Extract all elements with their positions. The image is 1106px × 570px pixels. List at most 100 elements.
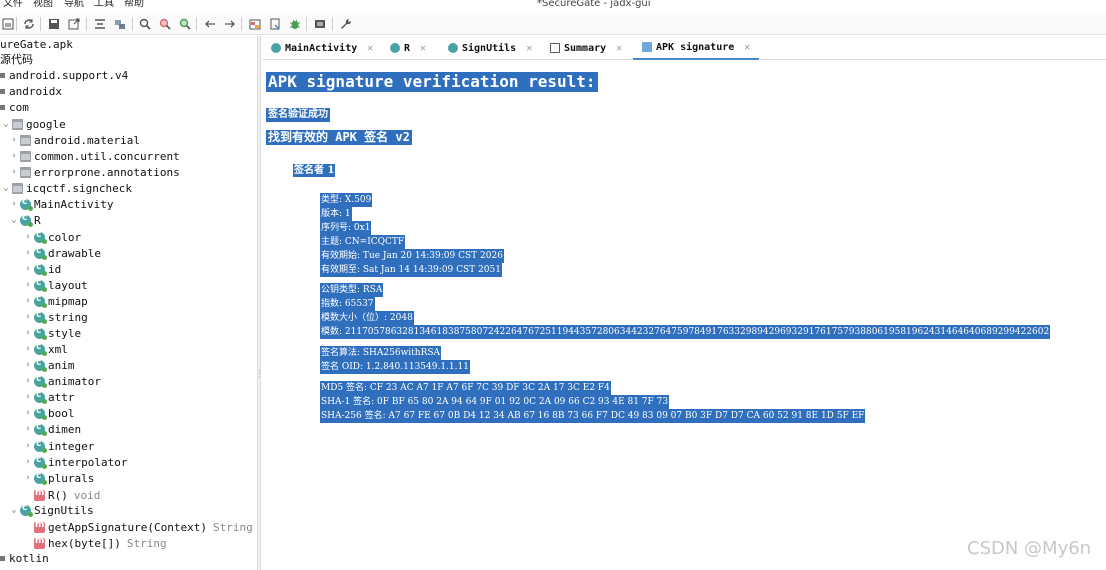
log-icon[interactable] xyxy=(312,16,328,32)
close-icon[interactable]: ✕ xyxy=(367,43,373,54)
debug-icon[interactable] xyxy=(287,16,303,32)
tab-signutils[interactable]: SignUtils ✕ xyxy=(448,36,532,60)
collapse-arrow-icon[interactable]: › xyxy=(22,264,34,274)
tab-mainactivity[interactable]: MainActivity ✕ xyxy=(271,36,373,60)
class-icon xyxy=(34,358,47,372)
collapse-arrow-icon[interactable]: › xyxy=(22,280,34,290)
settings-icon[interactable] xyxy=(338,16,354,32)
tree-pkg-material[interactable]: › android.material xyxy=(8,132,140,148)
collapse-arrow-icon[interactable]: › xyxy=(22,473,34,483)
folder-icon xyxy=(12,118,23,130)
tree-method-hex[interactable]: hex(byte[]) String xyxy=(34,535,167,551)
close-icon[interactable]: ✕ xyxy=(526,43,532,54)
tree-pkg-errorprone[interactable]: › errorprone.annotations xyxy=(8,164,179,180)
tree-class-signutils[interactable]: ⌄ SignUtils xyxy=(8,502,94,518)
tree-r-item[interactable]: › xml xyxy=(22,341,68,357)
close-icon[interactable]: ✕ xyxy=(420,43,426,54)
sync-icon[interactable] xyxy=(21,16,37,32)
tree-pkg-support[interactable]: android.support.v4 xyxy=(0,67,128,83)
bookmark-icon[interactable] xyxy=(267,16,283,32)
collapse-arrow-icon[interactable]: › xyxy=(22,312,34,322)
expand-arrow-icon[interactable]: ⌄ xyxy=(0,119,12,129)
tab-r[interactable]: R ✕ xyxy=(390,36,426,60)
collapse-arrow-icon[interactable]: › xyxy=(22,392,34,402)
cert-line: 类型: X.509 xyxy=(320,193,373,207)
collapse-arrow-icon[interactable]: › xyxy=(22,232,34,242)
collapse-arrow-icon[interactable]: › xyxy=(8,151,20,161)
collapse-arrow-icon[interactable]: › xyxy=(8,135,20,145)
tree-r-item[interactable]: › color xyxy=(22,229,81,245)
tree-label: interpolator xyxy=(48,455,128,469)
collapse-arrow-icon[interactable]: › xyxy=(22,360,34,370)
tree-r-item[interactable]: › plurals xyxy=(22,470,94,486)
pane-splitter[interactable] xyxy=(257,36,261,570)
expand-arrow-icon[interactable]: ⌄ xyxy=(0,183,12,193)
menu-file[interactable]: 文件 xyxy=(3,0,23,9)
collapse-arrow-icon[interactable]: › xyxy=(22,441,34,451)
flatten-icon[interactable] xyxy=(112,16,128,32)
tree-r-item[interactable]: › id xyxy=(22,261,61,277)
tree-class-mainactivity[interactable]: › MainActivity xyxy=(8,196,113,212)
search-usage-icon[interactable] xyxy=(177,16,193,32)
tree-pkg-google[interactable]: ⌄ google xyxy=(0,116,66,132)
tree-pkg-com[interactable]: com xyxy=(0,99,29,115)
collapse-arrow-icon[interactable]: › xyxy=(22,328,34,338)
tree-r-constructor[interactable]: R() void xyxy=(34,487,100,503)
collapse-arrow-icon[interactable]: › xyxy=(22,296,34,306)
collapse-arrow-icon[interactable]: › xyxy=(22,424,34,434)
tree-label: google xyxy=(26,117,66,131)
tab-apk-signature[interactable]: APK signature ✕ xyxy=(633,36,760,60)
forward-icon[interactable] xyxy=(222,16,238,32)
back-icon[interactable] xyxy=(202,16,218,32)
close-icon[interactable]: ✕ xyxy=(744,42,750,53)
tree-method-getappsignature[interactable]: getAppSignature(Context) String xyxy=(34,519,253,535)
tree-r-item[interactable]: › bool xyxy=(22,405,75,421)
tree-r-item[interactable]: › dimen xyxy=(22,421,81,437)
decompile-icon[interactable] xyxy=(247,16,263,32)
collapse-arrow-icon[interactable]: › xyxy=(22,408,34,418)
tree-pkg-androidx[interactable]: androidx xyxy=(0,83,62,99)
tree-r-item[interactable]: › interpolator xyxy=(22,454,127,470)
collapse-arrow-icon[interactable]: › xyxy=(8,167,20,177)
apk-signature-panel[interactable]: APK signature verification result: 签名验证成… xyxy=(262,61,1106,570)
tree-r-item[interactable]: › integer xyxy=(22,438,94,454)
collapse-arrow-icon[interactable]: › xyxy=(22,344,34,354)
tree-r-item[interactable]: › style xyxy=(22,325,81,341)
tree-pkg-kotlin[interactable]: kotlin xyxy=(0,550,49,566)
package-icon xyxy=(0,104,5,110)
menu-view[interactable]: 视图 xyxy=(33,0,53,9)
tree-r-item[interactable]: › drawable xyxy=(22,245,101,261)
tree-root-apk[interactable]: ureGate.apk xyxy=(0,36,73,52)
expand-arrow-icon[interactable]: ⌄ xyxy=(8,505,20,515)
tree-source-node[interactable]: 源代码 xyxy=(0,51,33,67)
splitter-grip-icon[interactable]: · · · xyxy=(258,368,261,382)
tree-label: 源代码 xyxy=(0,53,33,66)
tree-class-r[interactable]: ⌄R xyxy=(8,212,41,228)
tree-r-item[interactable]: › anim xyxy=(22,357,75,373)
tree-r-item[interactable]: › layout xyxy=(22,277,88,293)
tree-pkg-signcheck[interactable]: ⌄ icqctf.signcheck xyxy=(0,180,132,196)
collapse-arrow-icon[interactable]: › xyxy=(22,376,34,386)
collapse-arrow-icon[interactable]: › xyxy=(22,248,34,258)
save-icon[interactable] xyxy=(46,16,62,32)
tree-r-item[interactable]: › animator xyxy=(22,373,101,389)
expand-arrow-icon[interactable]: ⌄ xyxy=(8,215,20,225)
search-class-icon[interactable] xyxy=(157,16,173,32)
tree-pkg-concurrent[interactable]: › common.util.concurrent xyxy=(8,148,179,164)
class-icon xyxy=(34,342,47,356)
sync-tree-icon[interactable] xyxy=(92,16,108,32)
tab-summary[interactable]: Summary ✕ xyxy=(550,36,622,60)
menu-nav[interactable]: 导航 xyxy=(64,0,84,9)
tree-r-item[interactable]: › attr xyxy=(22,389,75,405)
tree-r-item[interactable]: › string xyxy=(22,309,88,325)
collapse-arrow-icon[interactable]: › xyxy=(22,457,34,467)
collapse-arrow-icon[interactable]: › xyxy=(8,199,20,209)
search-icon[interactable] xyxy=(137,16,153,32)
project-tree[interactable]: ureGate.apk 源代码 android.support.v4 andro… xyxy=(0,36,257,570)
export-icon[interactable] xyxy=(66,16,82,32)
menu-help[interactable]: 帮助 xyxy=(124,0,144,9)
tree-r-item[interactable]: › mipmap xyxy=(22,293,88,309)
menu-tools[interactable]: 工具 xyxy=(94,0,114,9)
close-icon[interactable]: ✕ xyxy=(616,43,622,54)
open-file-icon[interactable] xyxy=(0,16,16,32)
